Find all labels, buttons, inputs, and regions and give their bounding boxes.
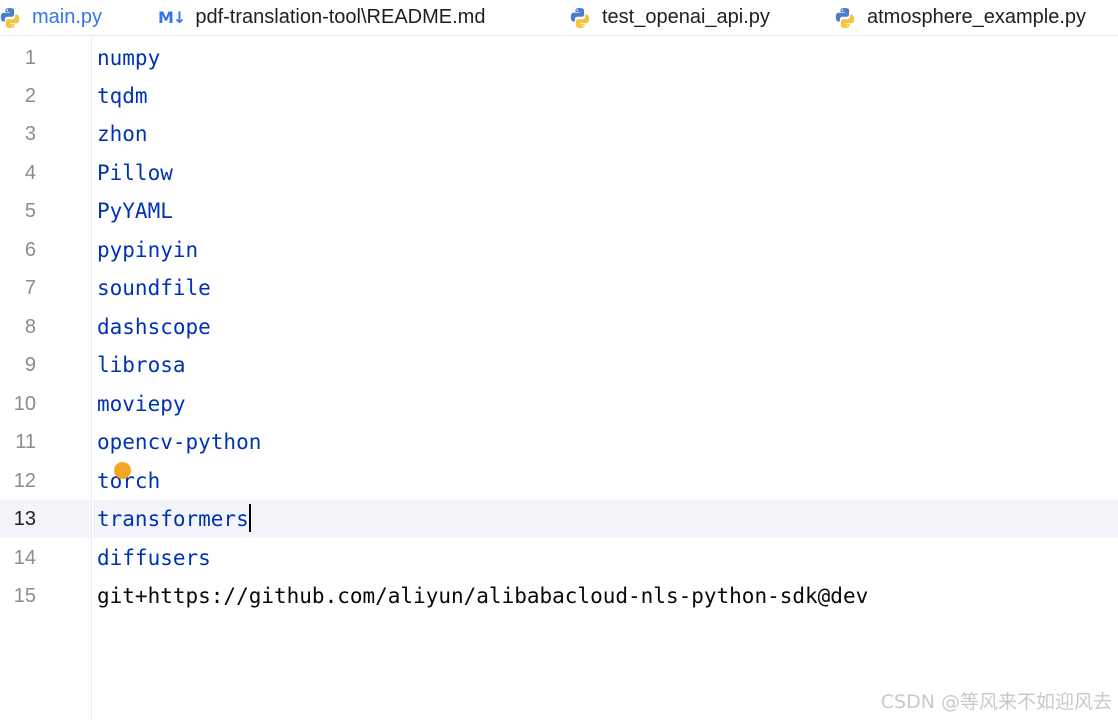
package-name: soundfile [97,276,211,300]
package-name: dashscope [97,315,211,339]
python-icon [0,6,22,30]
code-line[interactable]: dashscope [93,308,211,346]
package-name: Pillow [97,161,173,185]
code-line-current[interactable]: transformers [93,500,251,538]
line-number: 8 [24,316,36,338]
line-number: 1 [24,47,36,69]
ide-window: main.py M↓ pdf-translation-tool\README.m… [0,0,1118,720]
code-line[interactable]: tqdm [93,77,148,115]
package-name: moviepy [97,392,186,416]
code-line[interactable]: Pillow [93,154,173,192]
line-number: 2 [24,85,36,107]
code-content[interactable]: numpy tqdm zhon Pillow PyYAML pypinyin s… [93,36,1118,720]
line-number: 10 [13,393,36,415]
tab-label: main.py [32,6,103,28]
code-line[interactable]: moviepy [93,385,186,423]
tab-label: pdf-translation-tool\README.md [195,6,486,28]
tab-label: atmosphere_example.py [867,6,1087,28]
line-number-gutter[interactable]: 1 2 3 4 5 6 7 8 9 10 11 12 13 14 15 [0,36,92,720]
line-number: 11 [15,431,36,453]
line-number: 4 [24,162,36,184]
python-icon [568,6,592,30]
intention-bulb-icon[interactable] [114,462,131,479]
line-number: 7 [24,277,36,299]
package-name: tqdm [97,84,148,108]
tab-atmosphere-example-py[interactable]: atmosphere_example.py [833,0,1086,35]
code-line[interactable]: opencv-python [93,423,261,461]
text-caret [248,504,251,532]
line-number: 14 [13,547,36,569]
code-line[interactable]: PyYAML [93,192,173,230]
editor-tab-bar: main.py M↓ pdf-translation-tool\README.m… [0,0,1118,36]
package-name: diffusers [97,546,211,570]
tab-readme-md[interactable]: M↓ pdf-translation-tool\README.md [158,0,485,35]
package-name: zhon [97,122,148,146]
package-name: librosa [97,353,186,377]
line-number: 15 [13,585,36,607]
code-line[interactable]: diffusers [93,539,211,577]
markdown-icon: M↓ [158,8,186,27]
code-line[interactable]: pypinyin [93,231,198,269]
package-name: opencv-python [97,430,262,454]
line-number: 3 [24,123,36,145]
code-line[interactable]: soundfile [93,269,211,307]
code-editor[interactable]: 1 2 3 4 5 6 7 8 9 10 11 12 13 14 15 nump… [0,36,1118,720]
line-number-current: 13 [13,508,36,530]
tab-label: test_openai_api.py [602,6,770,28]
package-name: PyYAML [97,199,173,223]
code-line[interactable]: numpy [93,39,160,77]
tab-test-openai-api-py[interactable]: test_openai_api.py [568,0,770,35]
tab-main-py[interactable]: main.py [0,0,102,35]
code-line[interactable]: librosa [93,346,186,384]
python-icon [833,6,857,30]
line-number: 6 [24,239,36,261]
package-name: pypinyin [97,238,199,262]
package-name: numpy [97,46,161,70]
watermark: CSDN @等风来不如迎风去 [880,691,1112,713]
package-name: transformers [97,507,249,531]
line-number: 9 [24,354,36,376]
line-number: 12 [13,470,36,492]
code-line[interactable]: zhon [93,115,148,153]
line-number: 5 [24,200,36,222]
package-url: git+https://github.com/aliyun/alibabaclo… [97,584,869,608]
code-line[interactable]: git+https://github.com/aliyun/alibabaclo… [93,577,868,615]
